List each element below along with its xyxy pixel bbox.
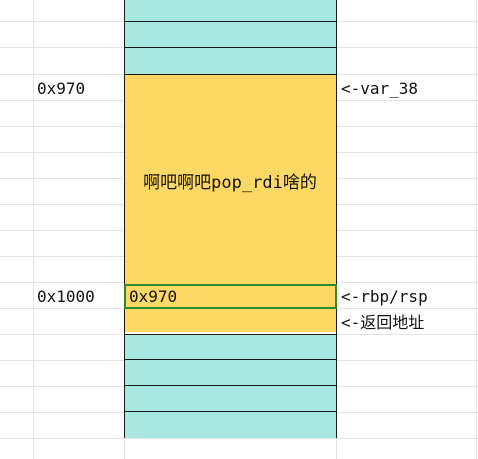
address-label: 0x1000 — [37, 287, 95, 306]
rop-chain-label: 啊吧啊吧pop_rdi啥的 — [143, 173, 317, 193]
pointer-annotation: <-返回地址 — [341, 313, 425, 332]
stack-border — [124, 0, 125, 438]
stack-cell[interactable] — [124, 48, 336, 74]
gridline — [33, 0, 34, 459]
stack-cell[interactable] — [124, 360, 336, 386]
pointer-annotation: <-var_38 — [341, 79, 419, 98]
stack-cell[interactable] — [124, 22, 336, 48]
pointer-annotation: <-rbp/rsp — [341, 287, 428, 306]
stack-cell[interactable] — [124, 0, 336, 22]
stack-divider — [124, 74, 337, 75]
gridline — [476, 0, 477, 459]
stack-cell[interactable] — [124, 386, 336, 412]
saved-rbp-value: 0x970 — [129, 287, 178, 306]
address-label: 0x970 — [37, 79, 86, 98]
gridline — [0, 438, 478, 439]
stack-cell[interactable] — [124, 334, 336, 360]
spreadsheet-canvas: 啊吧啊吧pop_rdi啥的 0x970 0x970 0x1000 <-var_3… — [0, 0, 478, 459]
stack-cell[interactable] — [124, 412, 336, 438]
stack-border — [336, 0, 337, 438]
